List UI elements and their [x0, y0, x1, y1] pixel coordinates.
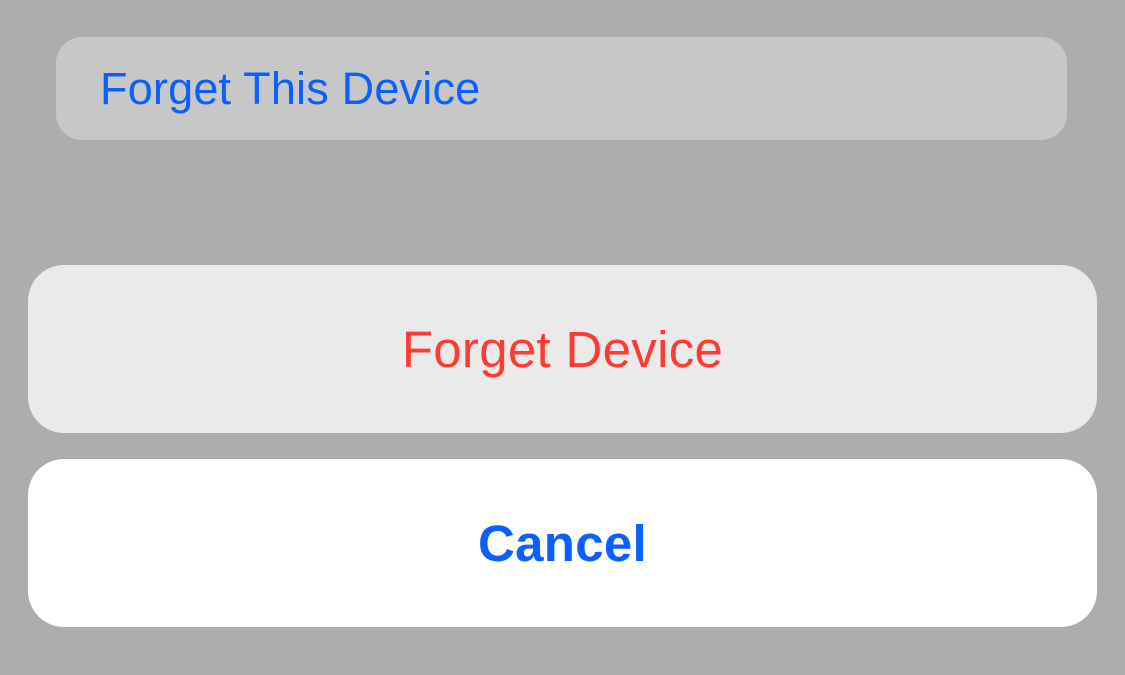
cancel-label: Cancel — [478, 514, 647, 573]
forget-device-label: Forget Device — [402, 320, 723, 379]
cancel-button[interactable]: Cancel — [28, 459, 1097, 627]
forget-this-device-row[interactable]: Forget This Device — [56, 37, 1067, 140]
forget-device-button[interactable]: Forget Device — [28, 265, 1097, 433]
forget-this-device-label: Forget This Device — [100, 63, 480, 115]
